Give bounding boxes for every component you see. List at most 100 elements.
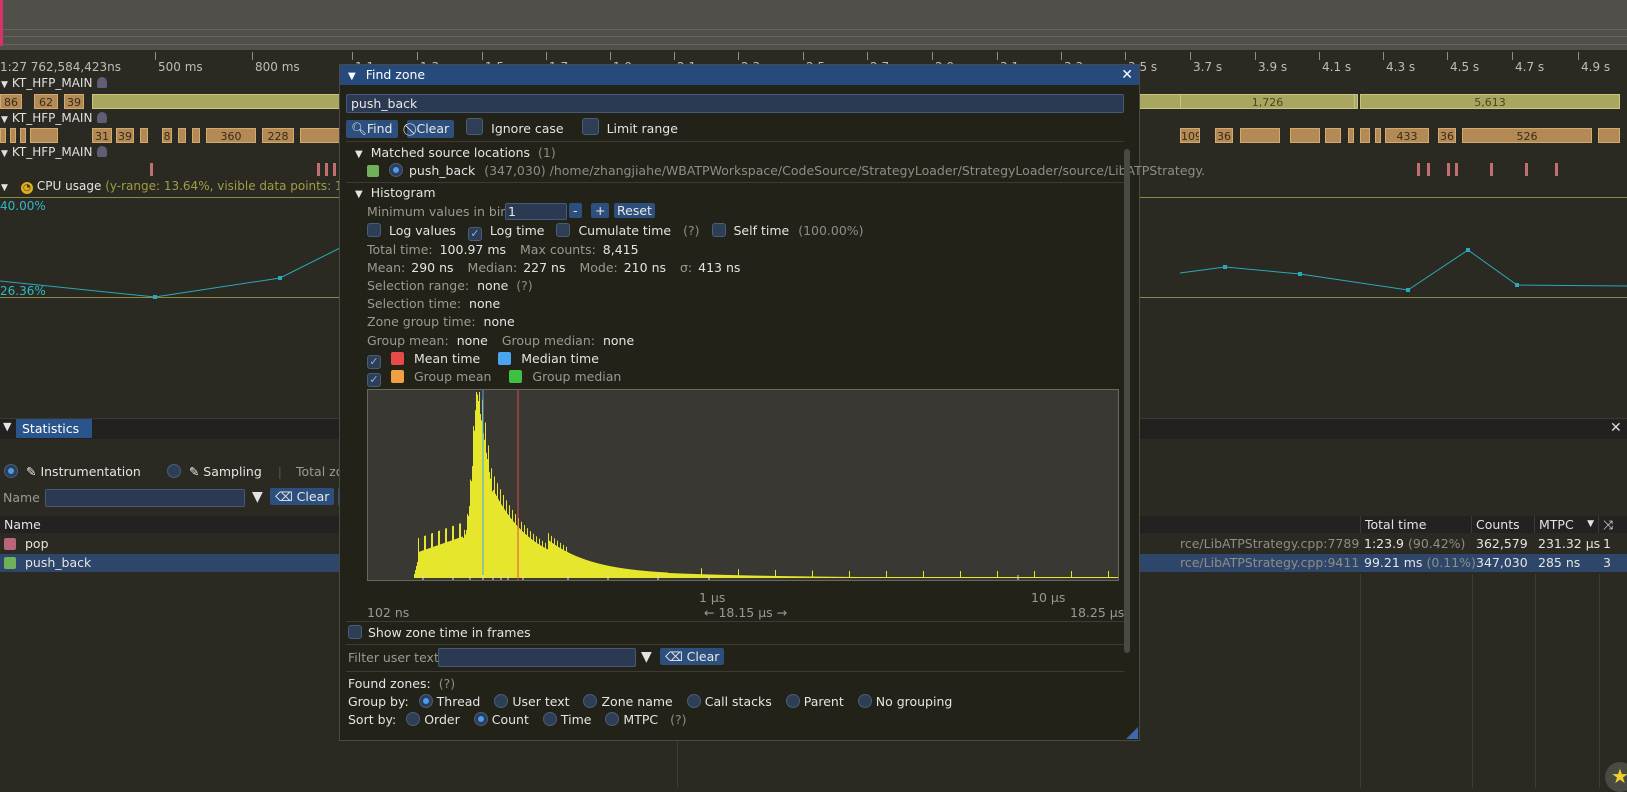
sort-by-order-radio[interactable]	[406, 712, 421, 726]
cumulate-time-label[interactable]: Cumulate time	[578, 223, 671, 238]
col-counts[interactable]: Counts	[1472, 516, 1535, 533]
zone-block[interactable]	[1325, 128, 1341, 143]
zone-block[interactable]: 36	[1215, 128, 1233, 143]
histogram-header[interactable]: ▼ Histogram	[355, 185, 436, 200]
name-filter-input[interactable]	[45, 489, 245, 507]
zone-marker[interactable]	[1490, 163, 1493, 176]
self-time-checkbox[interactable]	[711, 223, 726, 237]
cpu-usage-header[interactable]: ▼ ◔ CPU usage (y-range: 13.64%, visible da…	[0, 179, 355, 194]
stats-clear-button[interactable]: ⌫ Clear	[270, 488, 335, 505]
filter-icon[interactable]: ▼	[641, 649, 652, 665]
ignore-case-checkbox[interactable]	[466, 118, 484, 135]
log-values-label[interactable]: Log values	[389, 223, 456, 238]
zone-block[interactable]: 433	[1385, 128, 1429, 143]
thread-label[interactable]: ▼ KT_HFP_MAIN	[0, 145, 108, 159]
col-location[interactable]	[1180, 516, 1361, 533]
zone-marker[interactable]	[1447, 163, 1450, 176]
zone-block[interactable]: 109	[1180, 128, 1200, 143]
find-button[interactable]: 🔍︎Find	[346, 120, 398, 138]
zone-block[interactable]	[1290, 128, 1320, 143]
sampling-label[interactable]: Sampling	[203, 464, 262, 479]
zone-block[interactable]	[1360, 128, 1370, 143]
limit-range-label[interactable]: Limit range	[607, 121, 678, 136]
dialog-titlebar[interactable]: ▼ Find zone ✕	[340, 65, 1139, 85]
group-by-user-text-radio[interactable]	[494, 694, 509, 708]
collapse-triangle-icon[interactable]: ▼	[1, 149, 8, 159]
zone-block[interactable]	[1240, 128, 1280, 143]
min-bin-input[interactable]: 1	[505, 203, 567, 220]
close-icon[interactable]: ✕	[1121, 65, 1133, 85]
self-time-label[interactable]: Self time	[733, 223, 789, 238]
zone-block[interactable]	[0, 128, 6, 143]
zone-block[interactable]: 39	[64, 94, 84, 109]
zone-block[interactable]	[20, 128, 26, 143]
show-frames-checkbox[interactable]	[348, 625, 362, 639]
zone-block[interactable]	[1375, 128, 1381, 143]
instrumentation-radio[interactable]	[4, 464, 18, 478]
reset-button[interactable]: Reset	[614, 203, 655, 218]
log-time-label[interactable]: Log time	[490, 223, 545, 238]
clear-button[interactable]: ⃠ Clear	[407, 120, 455, 138]
matched-locations-header[interactable]: ▼ Matched source locations (1)	[355, 145, 556, 160]
zone-marker[interactable]	[1455, 163, 1458, 176]
limit-range-checkbox[interactable]	[581, 118, 599, 135]
log-values-checkbox[interactable]	[367, 223, 381, 237]
zone-block[interactable]	[1598, 128, 1620, 143]
zone-block[interactable]	[10, 128, 16, 143]
zone-block[interactable]: 8	[162, 128, 172, 143]
filter-icon[interactable]: ▼	[252, 489, 263, 505]
zone-block[interactable]: 36	[1438, 128, 1456, 143]
decrement-button[interactable]: -	[569, 203, 582, 218]
col-name[interactable]: Name	[0, 516, 350, 533]
sampling-radio[interactable]	[166, 464, 181, 478]
zone-marker[interactable]	[333, 163, 336, 176]
filter-clear-button[interactable]: ⌫ Clear	[660, 648, 725, 665]
show-frames-label[interactable]: Show zone time in frames	[368, 625, 531, 640]
zone-block[interactable]	[178, 128, 186, 143]
shuffle-icon[interactable]: ⤨	[1599, 516, 1627, 533]
statistics-tab[interactable]: Statistics	[16, 419, 92, 438]
matched-location-row[interactable]: push_back (347,030) /home/zhangjiahe/WBA…	[367, 163, 1205, 178]
resize-grip-icon[interactable]	[1126, 727, 1138, 739]
instrumentation-label[interactable]: Instrumentation	[40, 464, 140, 479]
group-by-thread-radio[interactable]	[418, 694, 433, 708]
zone-marker[interactable]	[1525, 163, 1528, 176]
sort-by-time-radio[interactable]	[542, 712, 557, 726]
group-by-call-stacks-radio[interactable]	[686, 694, 701, 708]
zone-search-input[interactable]: push_back	[346, 94, 1124, 113]
filter-user-text-input[interactable]	[438, 648, 636, 667]
location-radio[interactable]	[388, 163, 403, 177]
sort-by-mtpc-radio[interactable]	[605, 712, 620, 726]
cumulate-time-checkbox[interactable]	[556, 223, 571, 237]
collapse-triangle-icon[interactable]: ▼	[1, 183, 8, 193]
zone-marker[interactable]	[1427, 163, 1430, 176]
zone-block[interactable]	[192, 128, 200, 143]
group-by-parent-radio[interactable]	[785, 694, 800, 708]
zone-block[interactable]: 31	[92, 128, 112, 143]
thread-label[interactable]: ▼ KT_HFP_MAIN	[0, 111, 108, 125]
timeline-overview[interactable]	[0, 0, 1627, 50]
zone-block[interactable]: 228	[262, 128, 294, 143]
sort-by-count-radio[interactable]	[473, 712, 488, 726]
log-time-checkbox[interactable]: ✓	[467, 227, 482, 241]
zone-block[interactable]: 1,726	[1180, 94, 1355, 109]
help-marker[interactable]: (?)	[683, 223, 699, 238]
collapse-triangle-icon[interactable]: ▼	[1, 80, 8, 90]
zone-block[interactable]: 86	[0, 94, 22, 109]
zone-block[interactable]: 5,613	[1360, 94, 1620, 109]
zone-marker[interactable]	[317, 163, 320, 176]
increment-button[interactable]: +	[591, 203, 610, 218]
group-mean-median-checkbox[interactable]: ✓	[367, 373, 381, 387]
zone-marker[interactable]	[325, 163, 328, 176]
ghost-icon[interactable]	[97, 112, 108, 123]
zone-block[interactable]: 526	[1462, 128, 1592, 143]
ghost-icon[interactable]	[97, 77, 108, 88]
ghost-icon[interactable]	[97, 146, 108, 157]
zone-marker[interactable]	[150, 163, 153, 176]
no-grouping-radio[interactable]	[857, 694, 872, 708]
col-mtpc[interactable]: MTPC ▼	[1535, 516, 1599, 533]
zone-block[interactable]: 39	[116, 128, 134, 143]
mean-median-checkbox[interactable]: ✓	[367, 355, 381, 369]
zone-block[interactable]: 360	[206, 128, 256, 143]
zone-block[interactable]	[1348, 128, 1354, 143]
